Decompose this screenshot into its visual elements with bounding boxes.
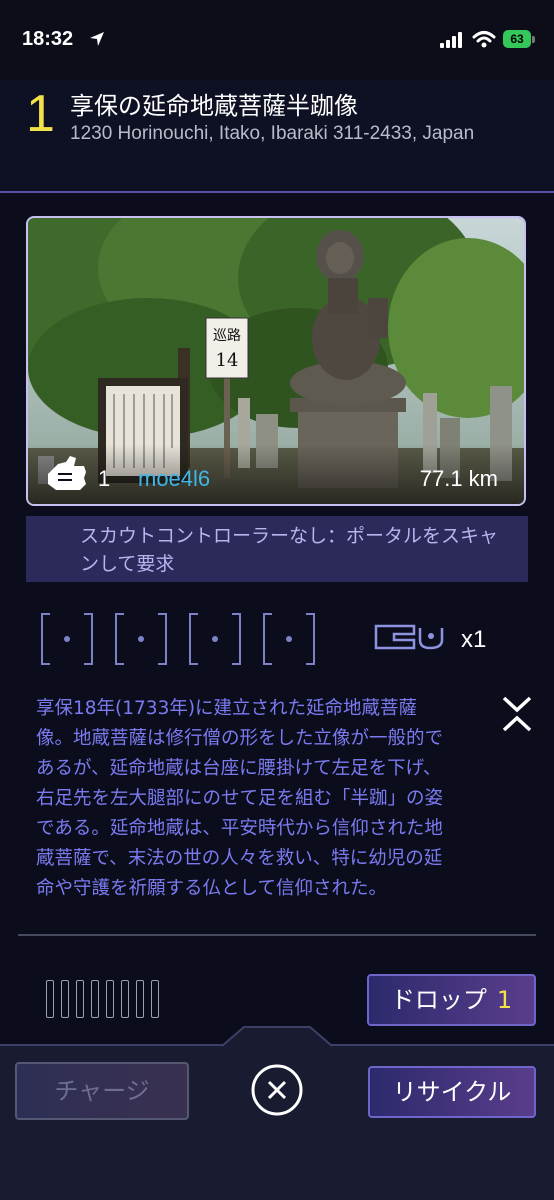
portal-address: 1230 Horinouchi, Itako, Ibaraki 311-2433… — [70, 123, 475, 144]
battery-icon: 63 — [503, 30, 531, 48]
portal-distance: 77.1 km — [419, 466, 498, 491]
resonator-slot — [61, 980, 69, 1018]
resonator-slot — [46, 980, 54, 1018]
mod-slot-1[interactable] — [40, 612, 94, 666]
signal-icon — [440, 32, 462, 48]
resonator-slot — [106, 980, 114, 1018]
owner-level: 1 — [98, 466, 111, 491]
resonator-slot — [151, 980, 159, 1018]
drop-button-label: ドロップ — [390, 986, 487, 1014]
collapse-icon[interactable] — [500, 694, 534, 736]
charge-button-label: チャージ — [54, 1077, 150, 1105]
tray-bump — [222, 1026, 332, 1047]
hand-icon — [48, 456, 86, 490]
owner-name[interactable]: moe4l6 — [138, 466, 210, 492]
portal-description: 享保18年(1733年)に建立された延命地蔵菩薩像。地蔵菩薩は修行僧の形をした立… — [36, 698, 444, 899]
battery-tip — [532, 36, 535, 43]
resonator-slot — [121, 980, 129, 1018]
photo-sign-number: 14 — [216, 350, 239, 371]
portal-title: 享保の延命地蔵菩薩半跏像 — [70, 92, 358, 120]
photo-sign-label: 巡路 — [213, 328, 241, 344]
drop-button[interactable]: ドロップ 1 — [367, 974, 536, 1026]
resonator-slot — [136, 980, 144, 1018]
resonator-slot — [91, 980, 99, 1018]
section-divider — [18, 934, 536, 936]
status-time: 18:32 — [22, 28, 74, 50]
mod-slot-icon — [115, 613, 167, 665]
recycle-button[interactable]: リサイクル — [368, 1066, 536, 1118]
mod-slot-4[interactable] — [262, 612, 316, 666]
status-bar: 18:32 63 — [0, 0, 554, 80]
portal-photo[interactable]: 巡路 14 1 moe4l6 77.1 km — [26, 216, 526, 506]
mod-slot-2[interactable] — [114, 612, 168, 666]
location-arrow-icon — [90, 32, 104, 46]
close-icon[interactable] — [251, 1064, 303, 1116]
charge-button[interactable]: チャージ — [15, 1062, 189, 1120]
mod-slot-icon — [189, 613, 241, 665]
recycle-button-label: リサイクル — [392, 1078, 512, 1106]
header-divider — [0, 191, 554, 193]
mod-slot-icon — [263, 613, 315, 665]
wifi-icon — [472, 31, 496, 48]
key-count: x1 — [461, 626, 487, 653]
scout-controller-banner[interactable]: スカウトコントローラーなし：ポータルをスキャンして要求 — [26, 516, 528, 582]
mod-slot-icon — [41, 613, 93, 665]
mod-slot-3[interactable] — [188, 612, 242, 666]
resonator-slot — [76, 980, 84, 1018]
key-icon — [374, 624, 444, 650]
portal-level: 1 — [26, 85, 55, 143]
drop-count: 1 — [496, 986, 513, 1014]
